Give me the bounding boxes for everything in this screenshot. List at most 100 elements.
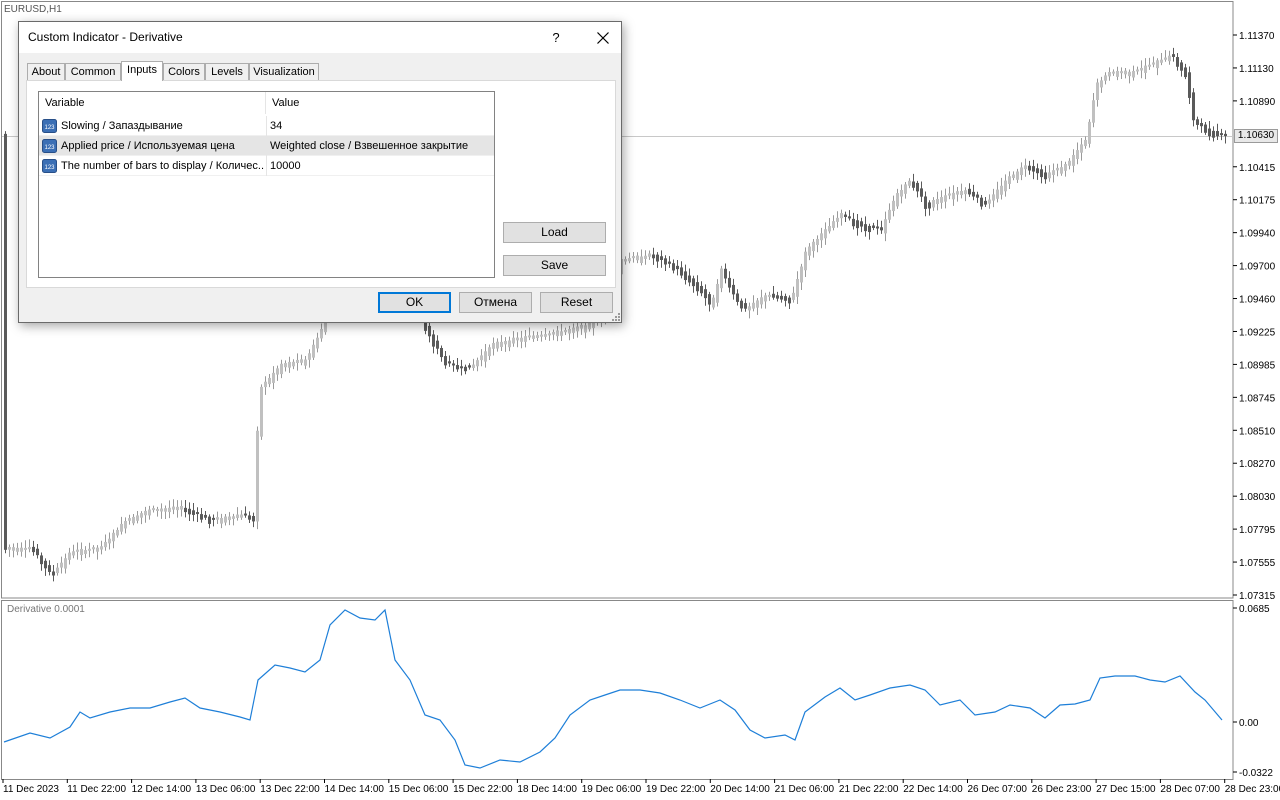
integer-param-icon: 123: [42, 139, 57, 153]
candle-body: [104, 541, 107, 548]
candle-body: [500, 341, 503, 347]
load-button[interactable]: Load: [503, 222, 606, 243]
candle-body: [1156, 60, 1159, 69]
table-row[interactable]: 123 Slowing / Запаздывание 34: [39, 116, 494, 136]
candle-body: [968, 188, 971, 195]
tab-inputs[interactable]: Inputs: [121, 61, 163, 81]
candle-body: [704, 289, 707, 299]
candle-body: [764, 295, 767, 302]
candle-body: [1208, 128, 1211, 137]
candle-body: [860, 221, 863, 227]
cancel-button[interactable]: Отмена: [459, 292, 532, 313]
candle-body: [188, 508, 191, 515]
candle-body: [632, 256, 635, 259]
candle-body: [972, 191, 975, 197]
time-tick-label: 21 Dec 06:00: [775, 784, 835, 795]
candle-body: [724, 268, 727, 279]
candle-body: [884, 219, 887, 234]
column-header-value[interactable]: Value: [266, 92, 494, 114]
candle-body: [8, 546, 11, 550]
candle-body: [636, 255, 639, 261]
candle-body: [1004, 180, 1007, 192]
table-row[interactable]: 123 Applied price / Используемая цена We…: [39, 136, 494, 156]
candle-body: [932, 199, 935, 208]
inputs-table[interactable]: Variable Value 123 Slowing / Запаздывани…: [38, 91, 495, 278]
candle-body: [740, 300, 743, 309]
candle-body: [240, 514, 243, 518]
candle-body: [1024, 165, 1027, 170]
candle-body: [1012, 174, 1015, 178]
variable-value[interactable]: 10000: [270, 156, 490, 176]
inputs-panel: Variable Value 123 Slowing / Запаздывани…: [26, 80, 616, 288]
candle-body: [220, 517, 223, 524]
candle-body: [1028, 165, 1031, 171]
indicator-series: [3, 608, 1223, 769]
time-tick-label: 14 Dec 14:00: [325, 784, 385, 795]
price-tick-label: 1.07315: [1239, 591, 1276, 602]
column-divider: [266, 136, 267, 156]
candle-body: [184, 507, 187, 513]
candle-body: [1176, 57, 1179, 67]
variable-value[interactable]: Weighted close / Взвешенное закрытие: [270, 136, 490, 156]
candle-body: [716, 283, 719, 303]
candle-body: [768, 294, 771, 297]
candle-body: [252, 516, 255, 522]
table-row[interactable]: 123 The number of bars to display / Коли…: [39, 156, 494, 176]
tab-levels[interactable]: Levels: [205, 63, 249, 80]
resize-grip-icon[interactable]: [611, 312, 621, 322]
custom-indicator-dialog[interactable]: Custom Indicator - Derivative ? About Co…: [18, 21, 622, 323]
candle-body: [60, 562, 63, 568]
column-divider: [266, 156, 267, 176]
candle-body: [992, 194, 995, 201]
candle-body: [892, 200, 895, 212]
candle-body: [640, 256, 643, 264]
candle-body: [1016, 171, 1019, 180]
candle-body: [472, 364, 475, 368]
save-button[interactable]: Save: [503, 255, 606, 276]
column-header-variable[interactable]: Variable: [39, 92, 266, 114]
time-tick-label: 27 Dec 15:00: [1096, 784, 1156, 795]
candle-body: [264, 381, 267, 388]
candle-body: [212, 517, 215, 520]
candle-body: [476, 360, 479, 367]
candle-body: [784, 296, 787, 301]
candle-body: [708, 294, 711, 305]
candle-body: [200, 514, 203, 520]
candle-body: [76, 549, 79, 552]
candle-body: [552, 331, 555, 335]
candle-body: [180, 506, 183, 510]
candle-body: [728, 277, 731, 288]
candle-body: [896, 193, 899, 207]
candle-body: [236, 514, 239, 518]
candle-body: [456, 365, 459, 370]
candle-body: [832, 221, 835, 228]
candle-body: [1140, 67, 1143, 71]
candle-body: [112, 532, 115, 542]
close-button[interactable]: [585, 22, 621, 53]
tab-visualization[interactable]: Visualization: [249, 63, 319, 80]
candle-body: [1152, 62, 1155, 65]
candle-body: [900, 189, 903, 197]
variable-value[interactable]: 34: [270, 116, 490, 136]
time-tick-label: 11 Dec 2023: [3, 784, 59, 795]
reset-button[interactable]: Reset: [540, 292, 613, 313]
candle-body: [488, 347, 491, 357]
tab-common[interactable]: Common: [65, 63, 121, 80]
candle-body: [520, 337, 523, 342]
candle-body: [160, 508, 163, 512]
price-tick-label: 1.09460: [1239, 295, 1276, 306]
candle-body: [492, 342, 495, 349]
ok-button[interactable]: OK: [378, 292, 451, 313]
candle-body: [204, 514, 207, 518]
candle-body: [624, 259, 627, 262]
help-button[interactable]: ?: [541, 22, 571, 53]
dialog-titlebar[interactable]: Custom Indicator - Derivative ?: [19, 22, 621, 53]
candle-body: [800, 266, 803, 283]
candle-body: [92, 547, 95, 550]
candle-body: [736, 293, 739, 302]
tab-about[interactable]: About: [27, 63, 65, 80]
candle-body: [1068, 160, 1071, 166]
candle-body: [284, 363, 287, 368]
tab-colors[interactable]: Colors: [163, 63, 205, 80]
candle-body: [828, 225, 831, 232]
